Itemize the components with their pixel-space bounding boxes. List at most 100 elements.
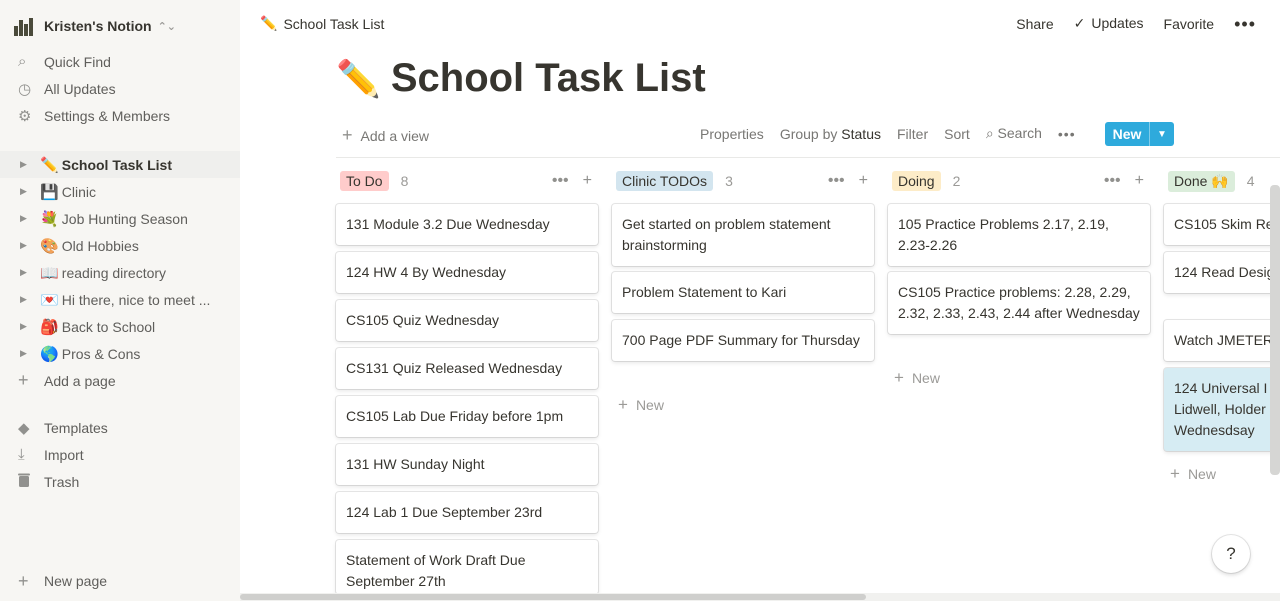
page-label: Job Hunting Season (61, 210, 188, 227)
gear-icon: ⚙ (18, 107, 32, 125)
share-button[interactable]: Share (1016, 16, 1053, 32)
status-tag[interactable]: Doing (892, 171, 941, 191)
sidebar-add-page[interactable]: + Add a page (0, 367, 240, 394)
check-icon: ✓ (1073, 15, 1086, 31)
sidebar-all-updates[interactable]: ◷ All Updates (0, 75, 240, 102)
board-card[interactable]: Problem Statement to Kari (612, 272, 874, 313)
sidebar-page-job-hunting[interactable]: ▶ 💐 Job Hunting Season (0, 205, 240, 232)
expand-triangle-icon[interactable]: ▶ (0, 348, 27, 359)
status-tag[interactable]: To Do (340, 171, 389, 191)
board-card[interactable]: 124 HW 4 By Wednesday (336, 252, 598, 293)
board-card[interactable]: 700 Page PDF Summary for Thursday (612, 320, 874, 361)
sidebar: Kristen's Notion ⌃⌄ ⌕ Quick Find ◷ All U… (0, 0, 240, 601)
love-letter-icon: 💌 (40, 291, 59, 309)
sidebar-item-label: All Updates (44, 80, 116, 97)
expand-triangle-icon[interactable]: ▶ (0, 213, 27, 224)
sort-button[interactable]: Sort (944, 126, 970, 142)
board-column-doing: Doing 2 ••• + 105 Practice Problems 2.17,… (888, 168, 1150, 387)
board-card[interactable]: CS105 Lab Due Friday before 1pm (336, 396, 598, 437)
expand-triangle-icon[interactable]: ▶ (0, 186, 27, 197)
sidebar-trash[interactable]: Trash (0, 468, 240, 495)
column-new-label: New (1187, 466, 1216, 482)
board-card[interactable]: Watch JMETER (1164, 320, 1270, 361)
expand-triangle-icon[interactable]: ▶ (0, 321, 27, 332)
sidebar-item-label: Import (44, 446, 84, 463)
sidebar-page-school-task-list[interactable]: ▶ ✏️ School Task List (0, 151, 240, 178)
new-page-button[interactable]: + New page (0, 567, 240, 595)
sidebar-page-clinic[interactable]: ▶ 💾 Clinic (0, 178, 240, 205)
column-header: To Do 8 ••• + (336, 168, 598, 194)
board-card[interactable]: Statement of Work Draft Due September 27… (336, 540, 598, 594)
column-add-icon[interactable]: + (583, 172, 592, 190)
sidebar-item-label: Trash (44, 473, 80, 490)
board-card[interactable]: CS131 Quiz Released Wednesday (336, 348, 598, 389)
favorite-button[interactable]: Favorite (1164, 16, 1215, 32)
filter-button[interactable]: Filter (897, 126, 928, 142)
board-card[interactable]: 131 Module 3.2 Due Wednesday (336, 204, 598, 245)
expand-triangle-icon[interactable]: ▶ (0, 267, 27, 278)
board-card[interactable]: 124 Read Desig wed (1164, 252, 1270, 293)
column-count: 4 (1246, 173, 1255, 189)
chevron-down-icon[interactable]: ▼ (1149, 122, 1174, 146)
status-tag[interactable]: Clinic TODOs (616, 171, 714, 191)
more-options-icon[interactable]: ••• (1234, 15, 1256, 33)
horizontal-scrollbar[interactable] (240, 593, 1280, 601)
scrollbar-thumb[interactable] (240, 594, 866, 600)
column-add-icon[interactable]: + (859, 172, 868, 190)
column-more-icon[interactable]: ••• (1104, 172, 1121, 190)
expand-triangle-icon[interactable]: ▶ (0, 159, 27, 170)
column-new-button[interactable]: + New (1170, 464, 1216, 484)
page-label: Pros & Cons (61, 345, 141, 362)
sidebar-page-back-to-school[interactable]: ▶ 🎒 Back to School (0, 313, 240, 340)
expand-triangle-icon[interactable]: ▶ (0, 240, 27, 251)
board-card[interactable]: 105 Practice Problems 2.17, 2.19, 2.23-2… (888, 204, 1150, 266)
column-new-button[interactable]: + New (894, 368, 940, 388)
updates-button[interactable]: ✓ Updates (1074, 15, 1144, 32)
board-card[interactable]: CS105 Skim Re (1164, 204, 1270, 245)
search-button[interactable]: ⌕ Search (986, 125, 1042, 142)
breadcrumb[interactable]: ✏️ School Task List (260, 15, 384, 32)
sidebar-settings[interactable]: ⚙ Settings & Members (0, 102, 240, 129)
board-card[interactable]: Get started on problem statement brainst… (612, 204, 874, 266)
sidebar-page-reading-directory[interactable]: ▶ 📖 reading directory (0, 259, 240, 286)
sidebar-templates[interactable]: ◆ Templates (0, 414, 240, 441)
properties-button[interactable]: Properties (700, 126, 764, 142)
view-toolbar: + Add a view Properties Group by Status … (336, 120, 1280, 150)
view-more-icon[interactable]: ••• (1058, 126, 1076, 142)
divider (336, 157, 1280, 158)
status-tag[interactable]: Done 🙌 (1168, 170, 1235, 192)
workspace-icon (14, 16, 36, 36)
column-header: Clinic TODOs 3 ••• + (612, 168, 874, 194)
column-new-button[interactable]: + New (618, 395, 664, 415)
new-item-button[interactable]: New ▼ (1105, 122, 1174, 146)
topbar: ✏️ School Task List Share ✓ Updates Favor… (240, 0, 1280, 50)
workspace-switcher[interactable]: Kristen's Notion ⌃⌄ (14, 14, 176, 38)
page-label: Clinic (61, 183, 97, 200)
board-card-selected[interactable]: 124 Universal I Lidwell, Holder Wednesds… (1164, 368, 1270, 451)
page-title-text: School Task List (390, 56, 706, 100)
import-icon: ⤓ (18, 446, 25, 463)
board-card[interactable]: 131 HW Sunday Night (336, 444, 598, 485)
page-title[interactable]: ✏️ School Task List (336, 56, 706, 101)
board-card[interactable]: CS105 Practice problems: 2.28, 2.29, 2.3… (888, 272, 1150, 334)
board-card[interactable]: 124 Lab 1 Due September 23rd (336, 492, 598, 533)
sidebar-page-old-hobbies[interactable]: ▶ 🎨 Old Hobbies (0, 232, 240, 259)
add-view-button[interactable]: + Add a view (342, 125, 429, 146)
board-card[interactable]: CS105 Quiz Wednesday (336, 300, 598, 341)
plus-icon: + (1170, 464, 1180, 483)
expand-triangle-icon[interactable]: ▶ (0, 294, 27, 305)
sidebar-import[interactable]: ⤓ Import (0, 441, 240, 468)
column-more-icon[interactable]: ••• (552, 172, 569, 190)
vertical-scrollbar[interactable] (1270, 185, 1280, 475)
help-button[interactable]: ? (1212, 535, 1250, 573)
column-add-icon[interactable]: + (1135, 172, 1144, 190)
column-more-icon[interactable]: ••• (828, 172, 845, 190)
sidebar-page-pros-cons[interactable]: ▶ 🌎 Pros & Cons (0, 340, 240, 367)
plus-icon: + (18, 370, 29, 390)
page-label: reading directory (61, 264, 167, 281)
sidebar-page-hi-there[interactable]: ▶ 💌 Hi there, nice to meet ... (0, 286, 240, 313)
pencil-icon: ✏️ (40, 156, 59, 174)
group-by-button[interactable]: Group by Status (780, 126, 881, 142)
sidebar-quick-find[interactable]: ⌕ Quick Find (0, 48, 240, 75)
column-header: Doing 2 ••• + (888, 168, 1150, 194)
